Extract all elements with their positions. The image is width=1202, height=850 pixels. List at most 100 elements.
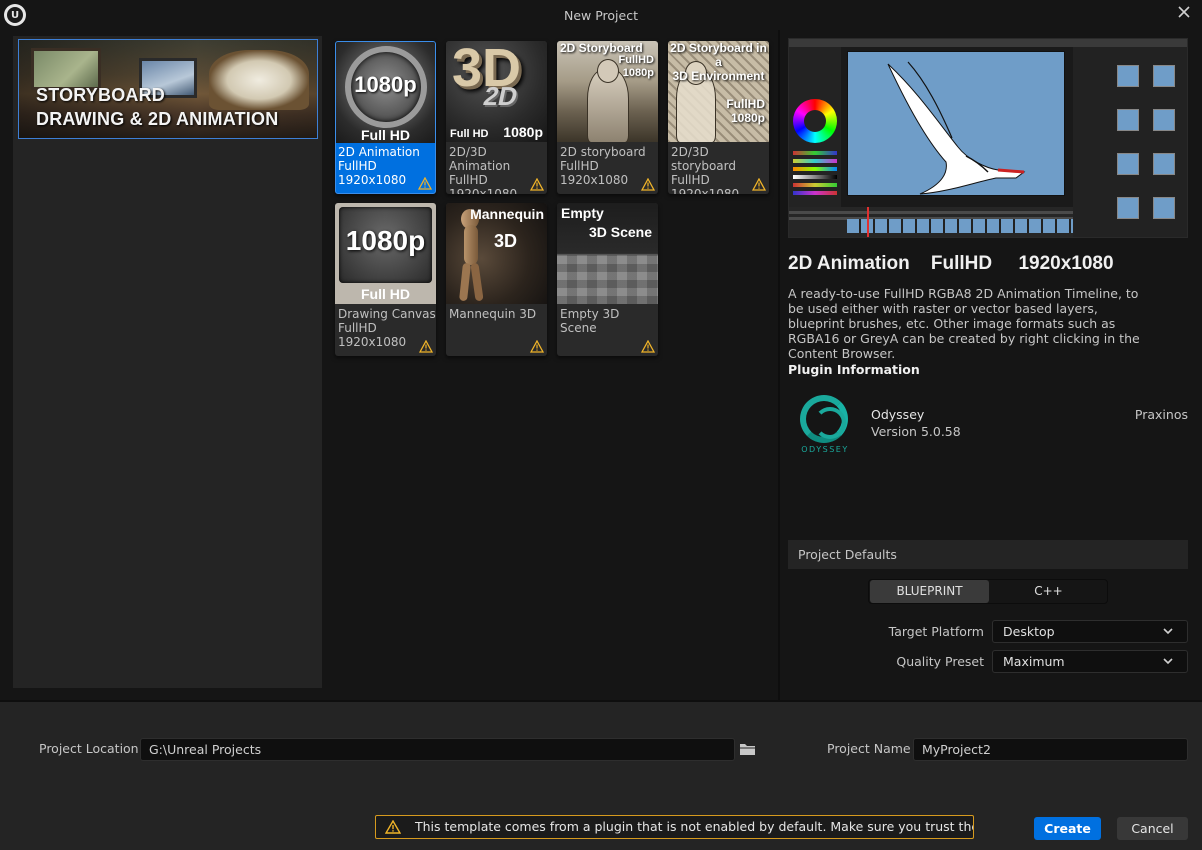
warning-icon [530,340,544,353]
warning-icon [419,340,433,353]
preview-playhead [867,207,869,237]
preview-thumbnail [1153,153,1175,175]
category-title-line1: STORYBOARD [36,85,166,105]
create-button[interactable]: Create [1034,817,1101,840]
category-title: STORYBOARD DRAWING & 2D ANIMATION [36,83,278,131]
chevron-down-icon [1163,658,1173,665]
thumbnail-subtitle: FullHD 1080p [618,54,654,79]
preview-track [789,211,1073,214]
project-location-input[interactable]: G:\Unreal Projects [140,738,735,761]
preview-swatch [793,175,837,179]
plugin-author: Praxinos [1134,407,1188,422]
category-card-storyboard[interactable]: STORYBOARD DRAWING & 2D ANIMATION [18,39,318,139]
crane-illustration [887,61,1026,195]
project-defaults-header: Project Defaults [788,540,1188,569]
preview-swatch [793,191,837,195]
template-thumbnail: Empty 3D Scene [557,203,658,304]
warning-icon [752,178,766,191]
thumbnail-title-secondary: 2D [480,81,521,111]
thumbnail-title: Mannequin [470,206,544,222]
template-label: Empty 3D Scene [560,307,620,335]
target-platform-value: Desktop [1003,624,1055,639]
warning-icon [641,178,655,191]
preview-thumbnail [1153,197,1175,219]
preview-swatch [793,151,837,155]
thumbnail-title: 2D Storyboard [560,41,643,55]
template-2d-animation[interactable]: 1080p Full HD 2D Animation FullHD 1920x1… [335,41,436,194]
thumbnail-title: Empty [561,205,604,221]
warning-icon [530,178,544,191]
category-title-line2: DRAWING & 2D ANIMATION [36,109,279,129]
thumbnail-mannequin-leg [470,262,484,302]
cpp-option[interactable]: C++ [989,580,1107,603]
thumbnail-title: 1080p [345,225,426,256]
template-thumbnail: 1080p Full HD [335,203,436,304]
plugin-version: Version 5.0.58 [871,424,961,439]
preview-frames [847,219,1073,233]
odyssey-logo-ring [800,395,848,443]
thumbnail-subtitle: Full HD [361,127,410,143]
plugin-warning-banner: This template comes from a plugin that i… [375,815,974,839]
preview-swatch [793,159,837,163]
preview-thumbnail [1153,109,1175,131]
blueprint-option[interactable]: BLUEPRINT [870,580,989,603]
folder-icon[interactable] [739,742,756,756]
preview-thumbnail [1117,153,1139,175]
preview-thumbnail-strip [1073,47,1187,237]
template-thumbnail: Mannequin 3D [446,203,547,304]
warning-icon [385,820,401,834]
thumbnail-subtitle: 3D Scene [588,224,652,240]
project-name-input[interactable]: MyProject2 [913,738,1188,761]
template-label: 2D Animation FullHD 1920x1080 [338,145,420,187]
quality-preset-dropdown[interactable]: Maximum [992,650,1188,673]
template-2d-3d-animation[interactable]: 3D 2D Full HD 1080p 2D/3D Animation Full… [446,41,547,194]
close-button[interactable] [1174,1,1194,23]
thumbnail-mannequin-leg [459,262,471,302]
template-2d-3d-storyboard[interactable]: 2D Storyboard in a 3D Environment FullHD… [668,41,769,194]
preview-thumbnail [1117,197,1139,219]
preview-swatch [793,167,837,171]
preview-thumbnail [1117,65,1139,87]
color-wheel-icon [793,99,837,143]
thumbnail-floor-shade [557,255,658,304]
thumbnail-mannequin-body [464,225,478,265]
template-empty-3d-scene[interactable]: Empty 3D Scene Empty 3D Scene [557,203,658,356]
thumbnail-caption-right: 1080p [503,124,543,140]
preview-toolbar [789,39,1187,47]
close-icon [1178,6,1190,18]
template-thumbnail: 3D 2D Full HD 1080p [446,41,547,142]
project-name-label: Project Name [827,741,911,756]
preview-swatch [793,183,837,187]
template-2d-storyboard[interactable]: 2D Storyboard FullHD 1080p 2D storyboard… [557,41,658,194]
panel-divider [778,30,780,700]
target-platform-label: Target Platform [888,624,984,639]
thumbnail-subtitle: FullHD 1080p [726,97,765,125]
template-label: Mannequin 3D [449,307,537,321]
quality-preset-label: Quality Preset [896,654,984,669]
language-toggle: BLUEPRINT C++ [868,579,1108,604]
quality-preset-value: Maximum [1003,654,1065,669]
template-thumbnail: 2D Storyboard FullHD 1080p [557,41,658,142]
thumbnail-title: 1080p [354,72,417,97]
preview-canvas [847,51,1065,196]
cancel-button[interactable]: Cancel [1117,817,1188,840]
plugin-name: Odyssey [871,407,925,422]
warning-icon [418,177,432,190]
thumbnail-title: 2D Storyboard in a 3D Environment [670,41,767,83]
template-mannequin-3d[interactable]: Mannequin 3D Mannequin 3D [446,203,547,356]
target-platform-dropdown[interactable]: Desktop [992,620,1188,643]
template-label: 2D storyboard FullHD 1920x1080 [560,145,646,187]
warning-banner-text: This template comes from a plugin that i… [415,819,974,834]
title-bar: U New Project [0,0,1202,30]
preview-thumbnail [1153,65,1175,87]
project-location-label: Project Location [39,741,139,756]
thumbnail-figure-head [597,59,619,83]
template-preview-image [788,38,1188,238]
template-thumbnail: 2D Storyboard in a 3D Environment FullHD… [668,41,769,142]
template-drawing-canvas[interactable]: 1080p Full HD Drawing Canvas FullHD 1920… [335,203,436,356]
thumbnail-subtitle: 3D [493,231,517,251]
thumbnail-caption-left: Full HD [450,128,489,140]
warning-icon [641,340,655,353]
odyssey-logo-icon: ODYSSEY [796,393,854,455]
template-description: A ready-to-use FullHD RGBA8 2D Animation… [788,286,1140,361]
